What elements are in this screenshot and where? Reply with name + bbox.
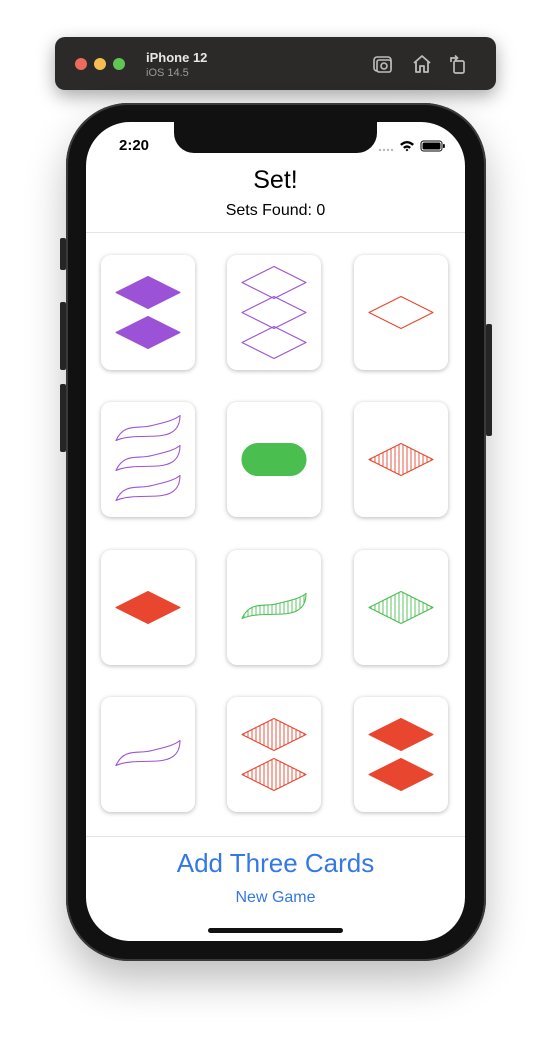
- device-screen: 2:20 Set! Sets Found: 0 Add Three Cards …: [86, 122, 465, 941]
- set-card[interactable]: [354, 550, 448, 665]
- diamond-symbol: [368, 757, 434, 792]
- wifi-icon: [400, 141, 414, 152]
- set-card[interactable]: [101, 550, 195, 665]
- screenshot-icon[interactable]: [371, 52, 395, 76]
- signal-icon: [378, 148, 394, 152]
- squiggle-symbol: [241, 592, 307, 620]
- diamond-symbol: [241, 757, 307, 792]
- set-card[interactable]: [227, 402, 321, 517]
- rotate-icon[interactable]: [446, 52, 470, 76]
- footer-divider: [86, 836, 465, 837]
- minimize-window-button[interactable]: [94, 58, 106, 70]
- header-divider: [86, 232, 465, 233]
- os-version: iOS 14.5: [146, 67, 189, 79]
- diamond-symbol: [241, 325, 307, 360]
- set-card[interactable]: [354, 402, 448, 517]
- diamond-symbol: [115, 275, 181, 310]
- device-name: iPhone 12: [146, 50, 208, 65]
- simulator-title-bar: iPhone 12 iOS 14.5: [55, 37, 496, 90]
- close-window-button[interactable]: [75, 58, 87, 70]
- diamond-symbol: [241, 717, 307, 752]
- set-card[interactable]: [101, 697, 195, 812]
- squiggle-symbol: [115, 414, 181, 442]
- set-card[interactable]: [227, 697, 321, 812]
- set-card[interactable]: [227, 255, 321, 370]
- game-title: Set!: [253, 166, 298, 194]
- add-three-cards-button[interactable]: Add Three Cards: [86, 848, 465, 879]
- diamond-symbol: [115, 590, 181, 625]
- set-card[interactable]: [354, 255, 448, 370]
- notch: [174, 122, 377, 153]
- diamond-symbol: [241, 265, 307, 300]
- diamond-symbol: [368, 590, 434, 625]
- diamond-symbol: [368, 442, 434, 477]
- status-icons: [378, 140, 445, 152]
- zoom-window-button[interactable]: [113, 58, 125, 70]
- set-card[interactable]: [101, 255, 195, 370]
- battery-icon: [420, 140, 445, 152]
- home-icon[interactable]: [410, 52, 434, 76]
- diamond-symbol: [368, 717, 434, 752]
- squiggle-symbol: [115, 474, 181, 502]
- home-indicator: [208, 928, 343, 933]
- squiggle-symbol: [115, 739, 181, 767]
- set-card[interactable]: [227, 550, 321, 665]
- sets-found-counter: Sets Found: 0: [225, 202, 326, 219]
- new-game-button[interactable]: New Game: [86, 889, 465, 907]
- diamond-symbol: [368, 295, 434, 330]
- set-card[interactable]: [101, 402, 195, 517]
- squiggle-symbol: [115, 444, 181, 472]
- set-card[interactable]: [354, 697, 448, 812]
- status-time: 2:20: [119, 137, 150, 154]
- oval-symbol: [241, 442, 307, 477]
- diamond-symbol: [115, 315, 181, 350]
- power-button: [486, 324, 492, 436]
- diamond-symbol: [241, 295, 307, 330]
